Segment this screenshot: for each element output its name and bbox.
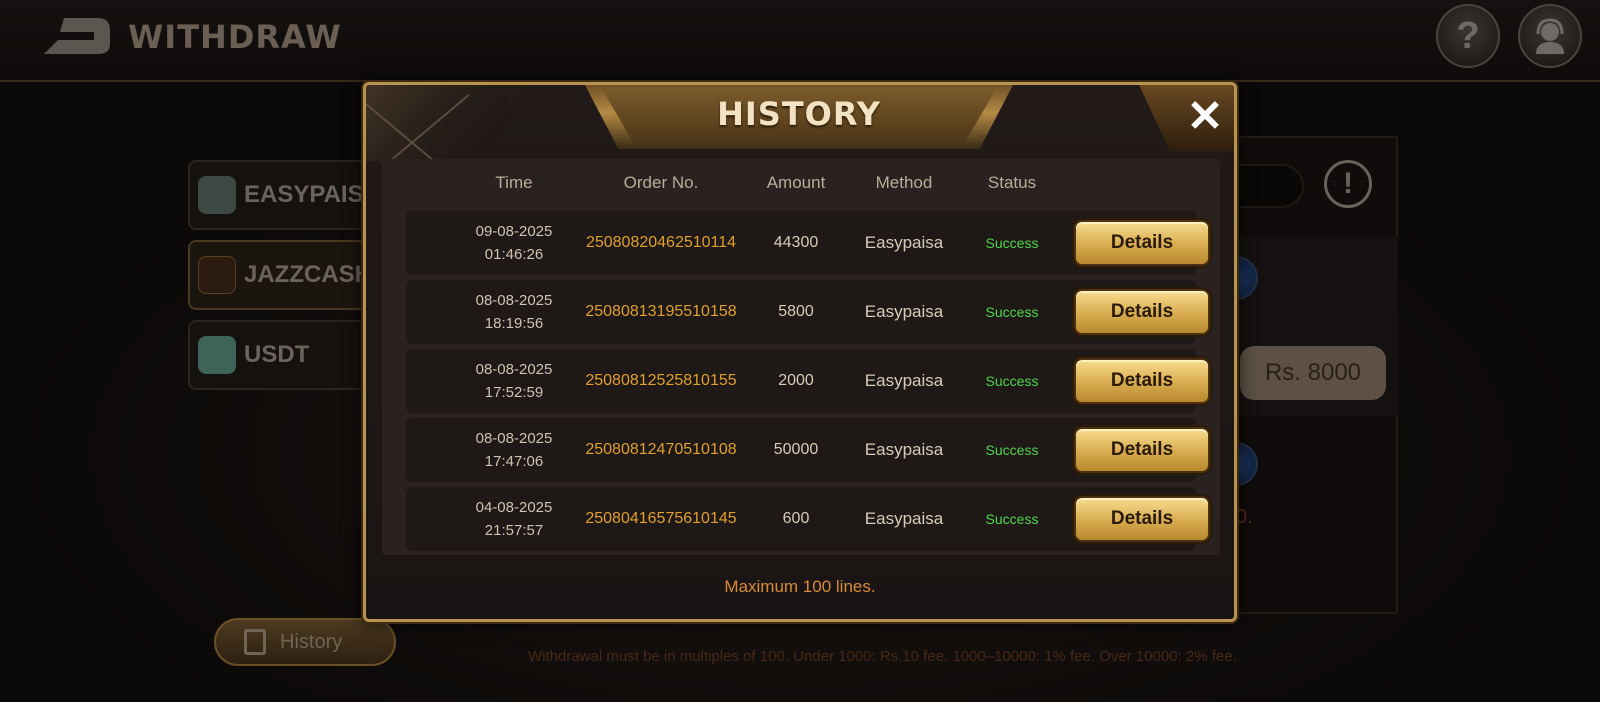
time-text: 17:47:06 [484,453,544,470]
table-row: 04-08-2025 21:57:57 25080416575610145 60… [406,487,1210,551]
table-row: 08-08-2025 17:52:59 25080812525810155 20… [406,349,1210,413]
time-cell: 08-08-2025 17:52:59 [454,349,574,413]
column-header-method: Method [875,173,933,192]
amount-value: 5800 [778,303,814,320]
corner-decoration [366,85,546,161]
details-button[interactable]: Details [1074,289,1210,335]
details-button[interactable]: Details [1074,358,1210,404]
method-usdt[interactable]: USDT [188,320,378,390]
usdt-icon [198,336,236,374]
amount-value: 50000 [773,441,819,458]
close-icon: ✕ [1186,92,1224,141]
order-number: 25080813195510158 [585,303,737,320]
amount-chip[interactable]: Rs. 8000 [1240,346,1386,400]
table-row: 09-08-2025 01:46:26 25080820462510114 44… [406,211,1210,275]
history-button-label: History [280,630,343,653]
method-jazzcash[interactable]: JAZZCASH [188,240,378,310]
status-badge: Success [985,235,1039,251]
date-text: 08-08-2025 [475,292,553,309]
table-header: Time Order No. Amount Method Status [382,159,1220,207]
method-label: EASYPAISA [244,181,381,208]
method-value: Easypaisa [864,371,944,390]
column-header-order: Order No. [623,173,699,192]
details-button[interactable]: Details [1074,220,1210,266]
column-header-amount: Amount [766,173,826,192]
customer-service-button[interactable] [1518,4,1582,68]
status-badge: Success [985,442,1039,458]
amount-value: 44300 [773,234,819,251]
page-title: WITHDRAW [128,18,342,56]
order-number: 25080416575610145 [585,510,737,527]
date-text: 08-08-2025 [475,361,553,378]
column-header-time: Time [495,173,533,192]
order-number: 25080812525810155 [585,372,737,389]
back-logo-icon[interactable] [40,14,114,58]
date-text: 04-08-2025 [475,499,553,516]
time-cell: 08-08-2025 18:19:56 [454,280,574,344]
jazzcash-icon [198,256,236,294]
clipboard-icon [244,629,266,655]
order-number: 25080812470510108 [585,441,737,458]
time-text: 18:19:56 [484,315,544,332]
table-body[interactable]: 09-08-2025 01:46:26 25080820462510114 44… [382,211,1220,555]
status-badge: Success [985,304,1039,320]
partial-text: 0. [1236,506,1253,528]
help-icon: ? [1456,14,1480,57]
date-text: 09-08-2025 [475,223,553,240]
time-cell: 04-08-2025 21:57:57 [454,487,574,551]
date-text: 08-08-2025 [475,430,553,447]
method-value: Easypaisa [864,233,944,252]
method-value: Easypaisa [864,440,944,459]
table-row: 08-08-2025 17:47:06 25080812470510108 50… [406,418,1210,482]
column-header-status: Status [987,173,1037,192]
time-cell: 09-08-2025 01:46:26 [454,211,574,275]
fee-note: Withdrawal must be in multiples of 100. … [528,648,1237,665]
details-button[interactable]: Details [1074,427,1210,473]
close-button[interactable]: ✕ [1138,85,1234,151]
amount-value: 2000 [778,372,814,389]
time-cell: 08-08-2025 17:47:06 [454,418,574,482]
method-label: USDT [244,341,310,368]
time-text: 17:52:59 [484,384,544,401]
warning-icon[interactable]: ! [1324,160,1372,208]
time-text: 01:46:26 [484,246,544,263]
amount-value: 600 [782,510,810,527]
order-number: 25080820462510114 [585,234,737,251]
history-button[interactable]: History [214,618,396,666]
method-label: JAZZCASH [244,261,373,288]
help-button[interactable]: ? [1436,4,1500,68]
status-badge: Success [985,373,1039,389]
customer-service-icon [1536,18,1564,54]
details-button[interactable]: Details [1074,496,1210,542]
history-table[interactable]: Time Order No. Amount Method Status 09-0… [382,159,1220,555]
method-value: Easypaisa [864,509,944,528]
method-easypaisa[interactable]: EASYPAISA [188,160,381,230]
history-modal: HISTORY ✕ Time Order No. Amount Method S… [363,82,1237,622]
top-bar: WITHDRAW ? [0,0,1600,82]
status-badge: Success [985,511,1039,527]
method-value: Easypaisa [864,302,944,321]
table-row: 08-08-2025 18:19:56 25080813195510158 58… [406,280,1210,344]
time-text: 21:57:57 [484,522,544,539]
max-lines-note: Maximum 100 lines. [724,577,876,596]
easypaisa-icon [198,176,236,214]
modal-title: HISTORY [717,95,881,133]
